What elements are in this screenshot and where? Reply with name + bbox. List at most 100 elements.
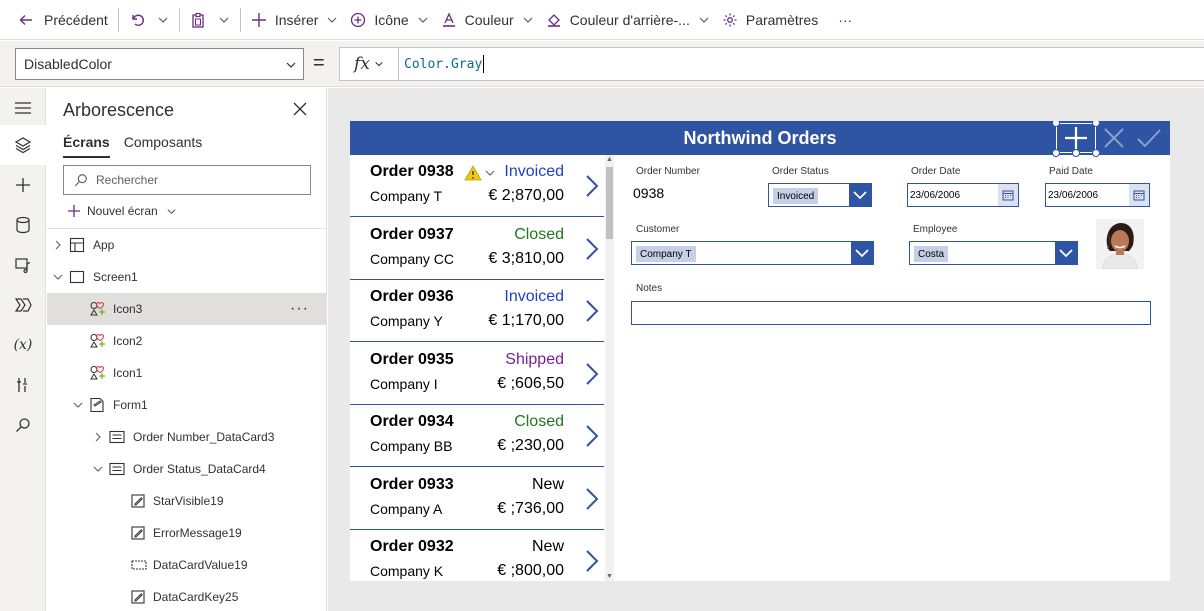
tree-item-datacardkey[interactable]: DataCardKey25 xyxy=(47,581,327,611)
hamburger-menu-button[interactable] xyxy=(0,88,46,128)
order-list-item[interactable]: Order 0938 Company T Invoiced € 2;870,00 xyxy=(350,155,604,217)
check-icon[interactable] xyxy=(1134,123,1164,153)
more-commands-button[interactable]: ··· xyxy=(832,0,858,40)
order-number: Order 0934 xyxy=(370,413,454,430)
order-list-item[interactable]: Order 0933 Company A New € ;736,00 xyxy=(350,468,604,530)
paste-button[interactable] xyxy=(184,0,212,40)
more-options-button[interactable]: ··· xyxy=(290,300,309,318)
chevron-right-icon[interactable] xyxy=(584,486,600,515)
order-list-item[interactable]: Order 0937 Company CC Closed € 3;810,00 xyxy=(350,218,604,280)
add-icon[interactable] xyxy=(1061,123,1091,153)
app-header: Northwind Orders xyxy=(350,121,1170,155)
tree-item-label: DataCardValue19 xyxy=(153,558,248,572)
power-automate-button[interactable] xyxy=(0,285,46,325)
chevron-down-icon xyxy=(158,17,168,23)
tree-item-errormessage[interactable]: ErrorMessage19 xyxy=(47,517,327,549)
color-button[interactable]: Couleur xyxy=(435,0,540,40)
resize-handle[interactable] xyxy=(1052,149,1060,157)
back-button[interactable]: Précédent xyxy=(12,0,114,40)
chevron-right-icon[interactable] xyxy=(584,361,600,390)
chevron-down-icon xyxy=(1055,242,1077,264)
order-amount: € 1;170,00 xyxy=(488,312,564,329)
new-screen-button[interactable]: Nouvel écran xyxy=(67,204,177,218)
chevron-down-icon xyxy=(286,62,296,68)
insert-button[interactable]: Insérer xyxy=(245,0,345,40)
insert-rail-button[interactable] xyxy=(0,165,46,205)
tree-view-button[interactable] xyxy=(0,125,46,165)
tree-item-form1[interactable]: Form1 xyxy=(47,389,327,421)
order-date-picker[interactable]: 23/06/2006 xyxy=(907,183,1019,207)
fx-button[interactable]: fx xyxy=(339,47,399,81)
data-button[interactable] xyxy=(0,205,46,245)
form-icon xyxy=(89,397,105,413)
tree-item-screen1[interactable]: Screen1 xyxy=(47,261,327,293)
tree-item-icon3[interactable]: Icon3 ··· xyxy=(47,293,327,325)
order-list-item[interactable]: Order 0935 Company I Shipped € ;606,50 xyxy=(350,343,604,405)
tree-item-order-number-datacard[interactable]: Order Number_DataCard3 xyxy=(47,421,327,453)
tree-item-icon1[interactable]: Icon1 xyxy=(47,357,327,389)
icon-button[interactable]: Icône xyxy=(344,0,434,40)
order-status-dropdown[interactable]: Invoiced xyxy=(768,183,872,207)
undo-button[interactable] xyxy=(123,0,151,40)
undo-icon xyxy=(132,14,144,26)
chevron-right-icon[interactable] xyxy=(584,298,600,327)
notes-input[interactable] xyxy=(631,301,1151,325)
search-icon xyxy=(16,418,30,432)
label-icon xyxy=(131,526,145,540)
label-icon xyxy=(131,590,145,604)
tree-item-datacardvalue[interactable]: DataCardValue19 xyxy=(47,549,327,581)
chevron-right-icon[interactable] xyxy=(584,548,600,577)
chevron-right-icon[interactable] xyxy=(584,236,600,265)
scroll-up-arrow-icon[interactable]: ▲ xyxy=(606,156,613,163)
chevron-down-icon xyxy=(699,17,709,23)
tab-screens[interactable]: Écrans xyxy=(63,134,110,158)
order-list-item[interactable]: Order 0936 Company Y Invoiced € 1;170,00 xyxy=(350,280,604,342)
order-list-item[interactable]: Order 0934 Company BB Closed € ;230,00 xyxy=(350,405,604,467)
close-panel-button[interactable] xyxy=(293,102,307,119)
variables-button[interactable]: (x) xyxy=(0,325,46,365)
order-status: Invoiced xyxy=(504,288,564,305)
property-dropdown[interactable]: DisabledColor xyxy=(15,48,304,80)
order-number: Order 0938 xyxy=(370,163,454,180)
order-amount: € ;606,50 xyxy=(497,374,564,392)
search-rail-button[interactable] xyxy=(0,405,46,445)
tree-item-label: ErrorMessage19 xyxy=(153,526,242,540)
background-color-button[interactable]: Couleur d'arrière-... xyxy=(540,0,716,40)
tree-list: App Screen1 Icon3 ··· Icon2 Icon1 Form1 xyxy=(47,228,327,611)
chevron-right-icon[interactable] xyxy=(584,423,600,452)
media-button[interactable] xyxy=(0,245,46,285)
tree-item-label: DataCardKey25 xyxy=(153,590,239,604)
tree-item-order-status-datacard[interactable]: Order Status_DataCard4 xyxy=(47,453,327,485)
paste-dropdown-button[interactable] xyxy=(212,0,236,40)
customer-dropdown[interactable]: Company T xyxy=(631,241,874,265)
gallery-scrollbar[interactable]: ▲ ▼ xyxy=(605,155,614,581)
tree-item-icon2[interactable]: Icon2 xyxy=(47,325,327,357)
new-screen-label: Nouvel écran xyxy=(87,204,158,218)
advanced-tools-button[interactable] xyxy=(0,365,46,405)
date-value: 23/06/2006 xyxy=(1048,190,1099,201)
order-list-item[interactable]: Order 0932 Company K New € ;800,00 xyxy=(350,530,604,581)
undo-dropdown-button[interactable] xyxy=(151,0,175,40)
icon-control-icon xyxy=(89,301,107,317)
settings-button[interactable]: Paramètres xyxy=(716,0,824,40)
paid-date-picker[interactable]: 23/06/2006 xyxy=(1045,183,1150,207)
order-status: Closed xyxy=(514,413,564,430)
tree-search-input[interactable]: Rechercher xyxy=(63,165,311,195)
scroll-down-arrow-icon[interactable]: ▼ xyxy=(606,573,613,580)
order-status-label: Order Status xyxy=(772,166,829,177)
order-number: Order 0932 xyxy=(370,538,454,555)
tree-item-starvisible[interactable]: StarVisible19 xyxy=(47,485,327,517)
tab-components[interactable]: Composants xyxy=(124,134,203,158)
toolbar-divider xyxy=(117,7,119,32)
calendar-icon[interactable] xyxy=(1129,184,1149,206)
employee-dropdown[interactable]: Costa xyxy=(909,241,1078,265)
tree-item-app[interactable]: App xyxy=(47,229,327,261)
chevron-right-icon[interactable] xyxy=(584,173,600,202)
scrollbar-thumb[interactable] xyxy=(606,167,613,239)
formula-input[interactable]: Color.Gray xyxy=(399,47,1204,81)
cancel-icon[interactable] xyxy=(1099,123,1129,153)
calendar-icon[interactable] xyxy=(998,184,1018,206)
property-value: DisabledColor xyxy=(24,56,112,72)
warning-icon[interactable] xyxy=(464,165,495,181)
tree-item-label: StarVisible19 xyxy=(153,494,224,508)
